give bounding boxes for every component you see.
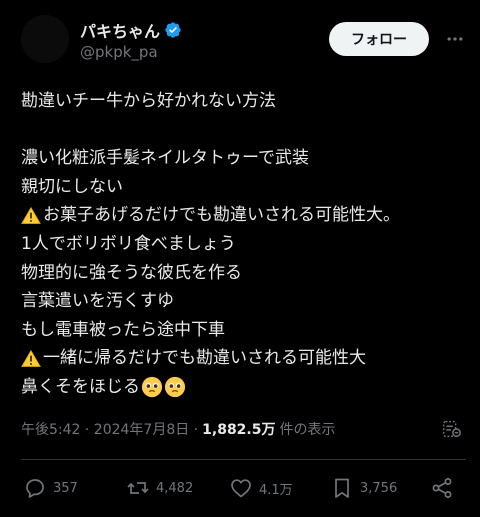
reply-icon bbox=[26, 479, 44, 498]
tweet-line-text: 1人でボリボリ食べましょう bbox=[21, 233, 236, 254]
author-handle[interactable]: @pkpk_pa bbox=[80, 43, 158, 61]
tweet-line-text: お菓子あげるだけでも勘違いされる可能性大。 bbox=[43, 205, 400, 226]
tweet-line: 1人でボリボリ食べましょう bbox=[21, 230, 466, 259]
warning-icon bbox=[21, 349, 41, 367]
tweet-line-text: 一緒に帰るだけでも勘違いされる可能性大 bbox=[43, 348, 366, 369]
views-count: 1,882.5万 bbox=[202, 422, 276, 438]
follow-button[interactable]: フォロー bbox=[329, 22, 429, 56]
tweet-line: 濃い化粧派手髪ネイルタトゥーで武装 bbox=[21, 144, 466, 173]
tweet-line: 親切にしない bbox=[21, 173, 466, 202]
repost-count: 4,482 bbox=[156, 480, 194, 496]
pleading-face-icon bbox=[164, 377, 186, 398]
author-name-row: パキちゃん bbox=[80, 18, 182, 42]
share-icon bbox=[432, 478, 452, 498]
heart-icon bbox=[231, 479, 251, 498]
tweet-line-text: もし電車被ったら途中下車 bbox=[21, 319, 225, 340]
views-label: 件の表示 bbox=[279, 422, 336, 438]
analytics-icon[interactable] bbox=[440, 418, 462, 440]
share-button[interactable] bbox=[430, 476, 454, 500]
tweet-header: パキちゃん @pkpk_pa フォロー bbox=[0, 0, 480, 80]
action-bar: 357 4,482 4.1万 3,756 bbox=[0, 476, 480, 506]
tweet-text: 勘違いチー牛から好かれない方法 濃い化粧派手髪ネイルタトゥーで武装 親切にしない… bbox=[21, 87, 466, 402]
tweet-line: もし電車被ったら途中下車 bbox=[21, 316, 466, 345]
avatar[interactable] bbox=[21, 15, 69, 63]
tweet-line: 物理的に強そうな彼氏を作る bbox=[21, 259, 466, 288]
tweet-line-text: 濃い化粧派手髪ネイルタトゥーで武装 bbox=[21, 148, 309, 169]
tweet-line: 勘違いチー牛から好かれない方法 bbox=[21, 87, 466, 116]
warning-icon bbox=[21, 206, 41, 224]
tweet-line: お菓子あげるだけでも勘違いされる可能性大。 bbox=[21, 201, 466, 230]
reply-count: 357 bbox=[53, 480, 78, 496]
pleading-face-icon bbox=[141, 377, 163, 398]
reply-button[interactable]: 357 bbox=[23, 476, 78, 500]
bookmark-icon bbox=[335, 478, 349, 498]
tweet-line: 鼻くそをほじる bbox=[21, 373, 466, 402]
repost-button[interactable]: 4,482 bbox=[126, 476, 193, 500]
tweet-line-text: 物理的に強そうな彼氏を作る bbox=[21, 262, 242, 283]
like-button[interactable]: 4.1万 bbox=[229, 476, 293, 500]
more-dots-icon bbox=[447, 37, 463, 41]
more-options-button[interactable] bbox=[440, 24, 470, 54]
timestamp[interactable]: 午後5:42 · 2024年7月8日 · bbox=[21, 419, 198, 439]
tweet-line: 言葉遣いを汚くすゆ bbox=[21, 287, 466, 316]
repost-icon bbox=[127, 482, 149, 494]
tweet-meta: 午後5:42 · 2024年7月8日 · 1,882.5万 件の表示 bbox=[21, 419, 335, 439]
tweet-line-text: 親切にしない bbox=[21, 176, 123, 197]
tweet-line-text: 勘違いチー牛から好かれない方法 bbox=[21, 91, 276, 111]
verified-badge-icon bbox=[165, 22, 181, 38]
divider bbox=[21, 459, 466, 460]
like-count: 4.1万 bbox=[259, 482, 293, 498]
bookmark-button[interactable]: 3,756 bbox=[330, 476, 397, 500]
tweet-line-text: 鼻くそをほじる bbox=[21, 376, 140, 397]
tweet-line: 一緒に帰るだけでも勘違いされる可能性大 bbox=[21, 344, 466, 373]
tweet-line-text: 言葉遣いを汚くすゆ bbox=[21, 291, 174, 312]
display-name[interactable]: パキちゃん bbox=[80, 18, 160, 42]
bookmark-count: 3,756 bbox=[360, 480, 398, 496]
